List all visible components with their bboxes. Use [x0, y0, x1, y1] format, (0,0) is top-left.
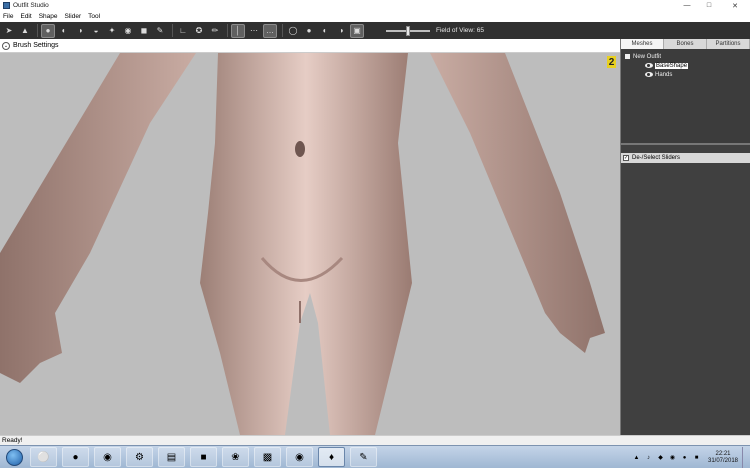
brush-weight-icon[interactable]: ◼ [137, 24, 151, 38]
status-bar: Ready! [0, 435, 750, 445]
brush-deflate-icon[interactable]: ◐ [57, 24, 71, 38]
anchor-tool-icon[interactable]: ∟ [176, 24, 190, 38]
transform-tool-icon[interactable]: ▲ [18, 24, 32, 38]
view-back-icon[interactable]: ● [302, 24, 316, 38]
app-icon [3, 2, 10, 9]
windows-logo-icon [5, 448, 23, 466]
toolbar-separator [172, 24, 173, 37]
brush-settings-label: Brush Settings [13, 42, 59, 49]
connected-only-icon[interactable]: ⋯ [247, 24, 261, 38]
toolbar: ➤ ▲ ● ◐ ◑ ◒ ✦ ◉ ◼ ✎ ∟ ✪ ✏ │ ⋯ … ◯ ● ◐ ◑ … [0, 22, 750, 39]
windows-taskbar: ⚪ ● ◉ ⚙ ▤ ■ ❀ ▩ ◉ ♦ ✎ ▲ ♪ ◆ ◉ ● ■ 22:21 … [0, 445, 750, 468]
menu-tool[interactable]: Tool [88, 13, 100, 20]
xray-icon[interactable]: … [263, 23, 277, 38]
field-of-view-slider[interactable] [386, 24, 430, 38]
minecraft-icon[interactable]: ■ [190, 447, 217, 467]
body-mesh-render [0, 53, 620, 435]
menu-shape[interactable]: Shape [39, 13, 58, 20]
notepad-icon[interactable]: ✎ [350, 447, 377, 467]
toolbar-separator [282, 24, 283, 37]
brush-settings-bar[interactable]: ⌄ Brush Settings [0, 39, 620, 53]
3d-viewport[interactable]: 2 [0, 53, 620, 435]
tab-meshes[interactable]: Meshes [621, 39, 664, 49]
tree-root[interactable]: New Outfit [625, 52, 746, 61]
terminal-icon[interactable]: ▩ [254, 447, 281, 467]
system-clock[interactable]: 22:21 31/07/2018 [704, 451, 742, 465]
tray-app-icon[interactable]: ● [680, 453, 689, 462]
wireframe-icon[interactable]: ▣ [350, 23, 364, 38]
right-panel: Meshes Bones Partitions New Outfit BaseS… [620, 39, 750, 435]
sliders-header-label: De-/Select Sliders [632, 155, 681, 161]
chrome-icon[interactable]: ◉ [94, 447, 121, 467]
view-right-icon[interactable]: ◑ [334, 24, 348, 38]
volume-icon[interactable]: ♪ [644, 453, 653, 462]
settings-icon[interactable]: ⚙ [126, 447, 153, 467]
tray-app-icon[interactable]: ■ [692, 453, 701, 462]
mirror-x-icon[interactable]: │ [231, 23, 245, 38]
menu-slider[interactable]: Slider [64, 13, 81, 20]
tree-item-hands[interactable]: Hands [625, 70, 746, 79]
clock-time: 22:21 [715, 450, 731, 457]
viewport-indicator: 2 [607, 56, 616, 68]
tray-app-icon[interactable]: ◉ [668, 453, 677, 462]
vertex-edit-icon[interactable]: ✪ [192, 24, 206, 38]
tree-item-baseshape[interactable]: BaseShape [625, 61, 746, 70]
outfit-icon [625, 54, 630, 59]
menu-bar: File Edit Shape Slider Tool [0, 11, 750, 22]
system-tray: ▲ ♪ ◆ ◉ ● ■ 22:21 31/07/2018 [632, 447, 750, 468]
menu-file[interactable]: File [3, 13, 13, 20]
toolbar-separator [227, 24, 228, 37]
brush-smooth-icon[interactable]: ◒ [89, 24, 103, 38]
sliders-header[interactable]: ✓ De-/Select Sliders [621, 153, 750, 163]
window-controls: — □ ✕ [676, 0, 750, 11]
tab-bones[interactable]: Bones [664, 39, 707, 49]
show-desktop-button[interactable] [742, 447, 750, 468]
steam-icon[interactable]: ◉ [286, 447, 313, 467]
brush-undiff-icon[interactable]: ✦ [105, 24, 119, 38]
paint-brush-icon[interactable]: ✎ [153, 24, 167, 38]
select-tool-icon[interactable]: ➤ [2, 24, 16, 38]
window-title: Outfit Studio [13, 2, 49, 9]
visibility-eye-icon[interactable] [645, 63, 653, 68]
brush-standard-icon[interactable]: ● [41, 23, 55, 38]
tree-root-label: New Outfit [633, 53, 662, 60]
network-icon[interactable]: ▲ [632, 453, 641, 462]
minimize-button[interactable]: — [676, 0, 698, 11]
chevron-down-icon[interactable]: ⌄ [2, 41, 10, 50]
maximize-button[interactable]: □ [698, 0, 720, 11]
tree-item-label: Hands [655, 71, 673, 78]
mesh-tree: New Outfit BaseShape Hands [621, 49, 750, 145]
title-bar: Outfit Studio — □ ✕ [0, 0, 750, 11]
tree-item-label: BaseShape [655, 62, 689, 69]
outfit-studio-app: Outfit Studio — □ ✕ File Edit Shape Slid… [0, 0, 750, 468]
file-explorer-icon[interactable]: ▤ [158, 447, 185, 467]
slider-thumb[interactable] [406, 25, 410, 36]
menu-edit[interactable]: Edit [20, 13, 31, 20]
map-app-icon[interactable]: ❀ [222, 447, 249, 467]
brush-move-icon[interactable]: ◑ [73, 24, 87, 38]
close-button[interactable]: ✕ [720, 0, 750, 11]
security-icon[interactable]: ◆ [656, 453, 665, 462]
view-front-icon[interactable]: ◯ [286, 24, 300, 38]
visibility-eye-icon[interactable] [645, 72, 653, 77]
tab-partitions[interactable]: Partitions [707, 39, 750, 49]
ie-icon[interactable]: ⚪ [30, 447, 57, 467]
pencil-icon[interactable]: ✏ [208, 24, 222, 38]
brush-mask-icon[interactable]: ◉ [121, 24, 135, 38]
start-button[interactable] [2, 447, 26, 468]
view-left-icon[interactable]: ◐ [318, 24, 332, 38]
select-sliders-checkbox[interactable]: ✓ [623, 155, 629, 161]
panel-tabs: Meshes Bones Partitions [621, 39, 750, 49]
firefox-icon[interactable]: ● [62, 447, 89, 467]
outfit-studio-taskbar-icon[interactable]: ♦ [318, 447, 345, 467]
field-of-view-label: Field of View: 65 [436, 27, 484, 34]
toolbar-separator [37, 24, 38, 37]
clock-date: 31/07/2018 [707, 457, 739, 464]
